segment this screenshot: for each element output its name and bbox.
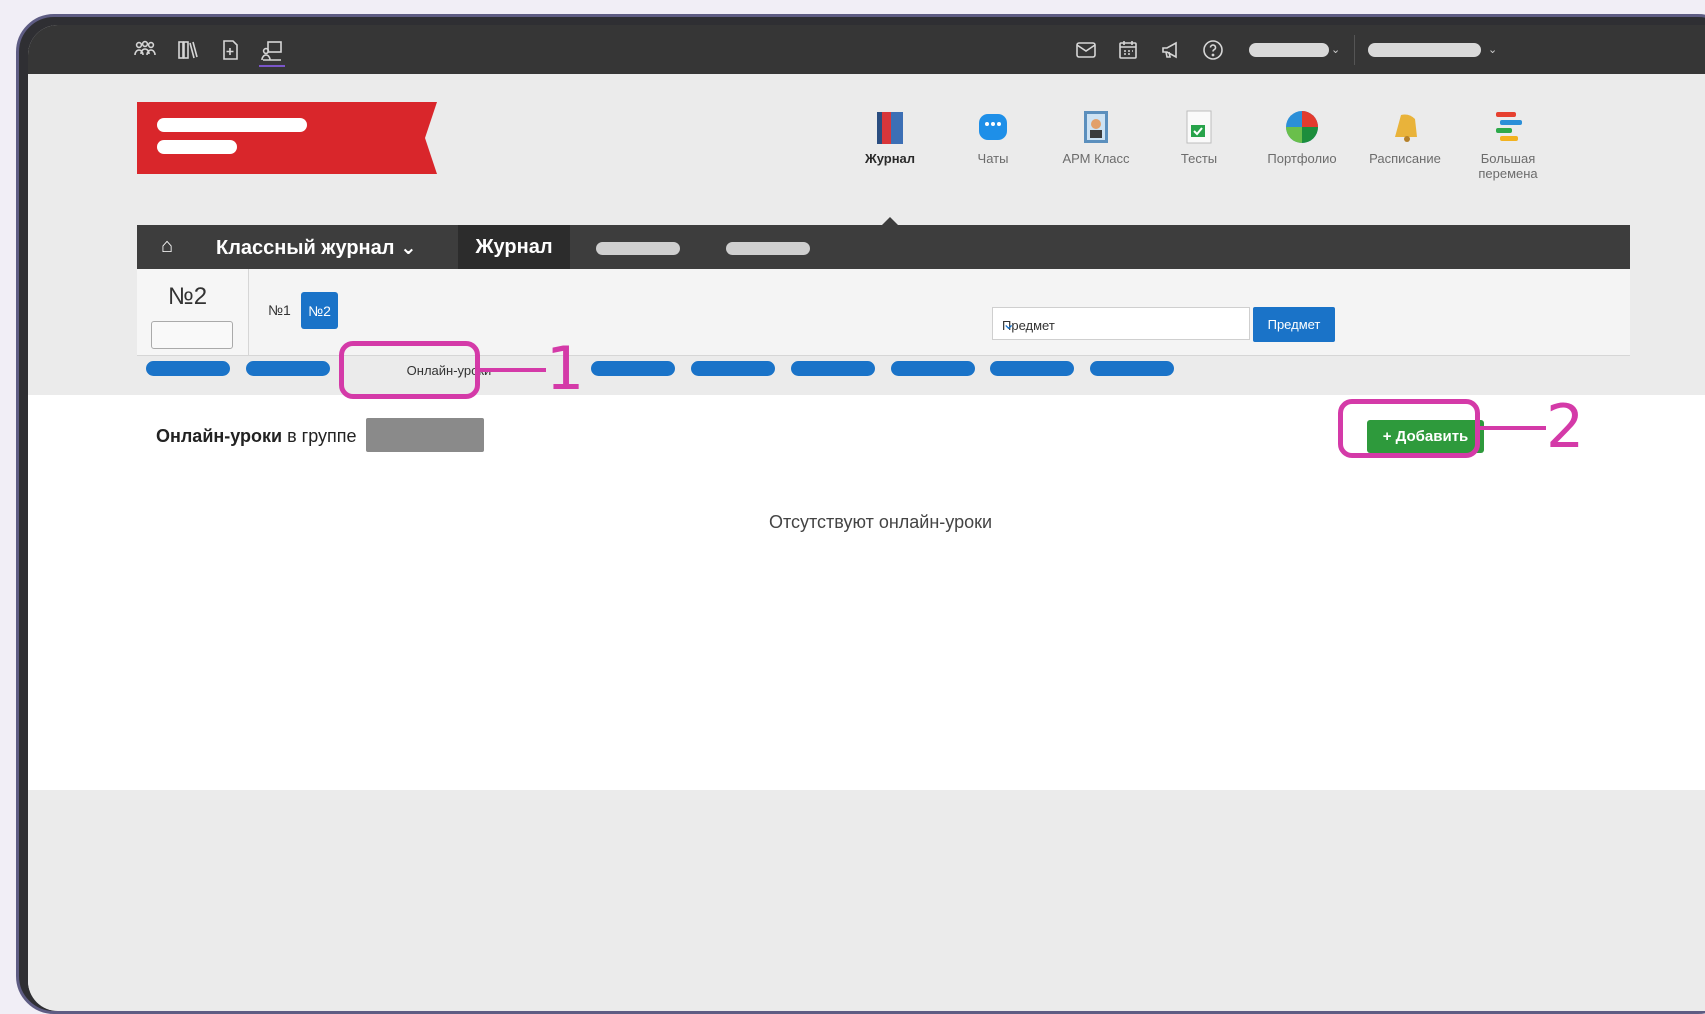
calendar-icon[interactable] bbox=[1115, 37, 1141, 63]
journal-tabs: Онлайн-уроки bbox=[28, 355, 1428, 395]
tab-placeholder[interactable] bbox=[791, 361, 875, 376]
callout-number-2: 2 bbox=[1546, 392, 1585, 462]
arm-class-icon bbox=[1078, 109, 1114, 145]
portfolio-icon bbox=[1284, 109, 1320, 145]
app-label: Большая перемена bbox=[1478, 151, 1538, 181]
chevron-down-icon: ⌄ bbox=[1002, 316, 1016, 333]
app-label: Тесты bbox=[1180, 151, 1218, 166]
mail-icon[interactable] bbox=[1073, 37, 1099, 63]
app-schedule[interactable]: Расписание bbox=[1355, 109, 1455, 166]
app-label: Расписание bbox=[1369, 151, 1441, 166]
chat-icon bbox=[975, 109, 1011, 145]
class-journal-menu[interactable]: Классный журнал ⌄ bbox=[216, 235, 417, 260]
tab-placeholder[interactable] bbox=[990, 361, 1074, 376]
empty-state: Отсутствуют онлайн-уроки bbox=[768, 512, 993, 532]
nav-item-placeholder[interactable] bbox=[596, 242, 680, 255]
tab-placeholder[interactable] bbox=[1090, 361, 1174, 376]
help-icon[interactable] bbox=[1200, 37, 1226, 63]
content-title: Онлайн-уроки в группе bbox=[156, 426, 357, 447]
content-title-bold: Онлайн-уроки bbox=[156, 426, 283, 446]
group-1-link[interactable]: №1 bbox=[268, 302, 291, 318]
callout-line-1 bbox=[480, 368, 546, 372]
app-journal[interactable]: Журнал bbox=[840, 109, 940, 166]
screen: ⌄ ⌄ Журнал Чаты АРМ Класс Тесты Портфоли… bbox=[28, 25, 1705, 1011]
subject-select[interactable]: Предмет ⌄ bbox=[992, 307, 1250, 340]
footer bbox=[28, 790, 1705, 1010]
journal-label: Журнал bbox=[475, 235, 553, 258]
divider bbox=[1354, 35, 1355, 65]
online-lesson-icon[interactable] bbox=[259, 37, 285, 67]
app-portfolio[interactable]: Портфолио bbox=[1252, 109, 1352, 166]
chevron-down-icon: ⌄ bbox=[400, 237, 417, 259]
group-name-placeholder bbox=[366, 418, 484, 452]
device-frame: ⌄ ⌄ Журнал Чаты АРМ Класс Тесты Портфоли… bbox=[16, 14, 1705, 1014]
user-menu[interactable] bbox=[1249, 43, 1329, 57]
class-journal-label: Классный журнал bbox=[216, 237, 395, 259]
active-indicator bbox=[882, 217, 898, 225]
app-label: АРМ Класс bbox=[1062, 151, 1130, 166]
app-arm-class[interactable]: АРМ Класс bbox=[1046, 109, 1146, 166]
highlight-online-lessons bbox=[339, 341, 480, 399]
subject-button[interactable]: Предмет bbox=[1253, 307, 1335, 342]
bell-icon bbox=[1387, 109, 1423, 145]
class-selector: №2 bbox=[137, 269, 249, 355]
chevron-down-icon[interactable]: ⌄ bbox=[1488, 43, 1497, 56]
people-icon[interactable] bbox=[132, 37, 158, 63]
home-icon[interactable]: ⌂ bbox=[161, 235, 173, 258]
tests-icon bbox=[1181, 109, 1217, 145]
app-label: Портфолио bbox=[1267, 151, 1337, 166]
class-input[interactable] bbox=[151, 321, 233, 349]
tab-placeholder[interactable] bbox=[691, 361, 775, 376]
tab-placeholder[interactable] bbox=[246, 361, 330, 376]
group-2-button[interactable]: №2 bbox=[301, 292, 338, 329]
header: Журнал Чаты АРМ Класс Тесты Портфолио Ра… bbox=[28, 74, 1705, 394]
library-icon[interactable] bbox=[175, 37, 201, 63]
highlight-add-button bbox=[1338, 399, 1480, 458]
tab-placeholder[interactable] bbox=[146, 361, 230, 376]
nav-item-placeholder[interactable] bbox=[726, 242, 810, 255]
app-tests[interactable]: Тесты bbox=[1149, 109, 1249, 166]
journal-icon bbox=[872, 109, 908, 145]
logo bbox=[137, 102, 437, 174]
megaphone-icon[interactable] bbox=[1158, 37, 1184, 63]
content-title-rest: в группе bbox=[282, 426, 357, 446]
tab-journal[interactable]: Журнал bbox=[458, 225, 570, 269]
add-document-icon[interactable] bbox=[217, 37, 243, 63]
school-menu[interactable] bbox=[1368, 43, 1481, 57]
app-label: Журнал bbox=[864, 151, 916, 166]
class-number: №2 bbox=[168, 283, 208, 310]
callout-number-1: 1 bbox=[546, 334, 585, 404]
top-bar: ⌄ ⌄ bbox=[28, 25, 1705, 74]
app-chats[interactable]: Чаты bbox=[943, 109, 1043, 166]
big-break-icon bbox=[1490, 109, 1526, 145]
main-nav: ⌂ Классный журнал ⌄ Журнал bbox=[137, 225, 1630, 269]
tab-placeholder[interactable] bbox=[891, 361, 975, 376]
tab-placeholder[interactable] bbox=[591, 361, 675, 376]
chevron-down-icon[interactable]: ⌄ bbox=[1331, 43, 1340, 56]
app-big-break[interactable]: Большая перемена bbox=[1458, 109, 1558, 181]
app-label: Чаты bbox=[977, 151, 1009, 166]
callout-line-2 bbox=[1480, 426, 1546, 430]
